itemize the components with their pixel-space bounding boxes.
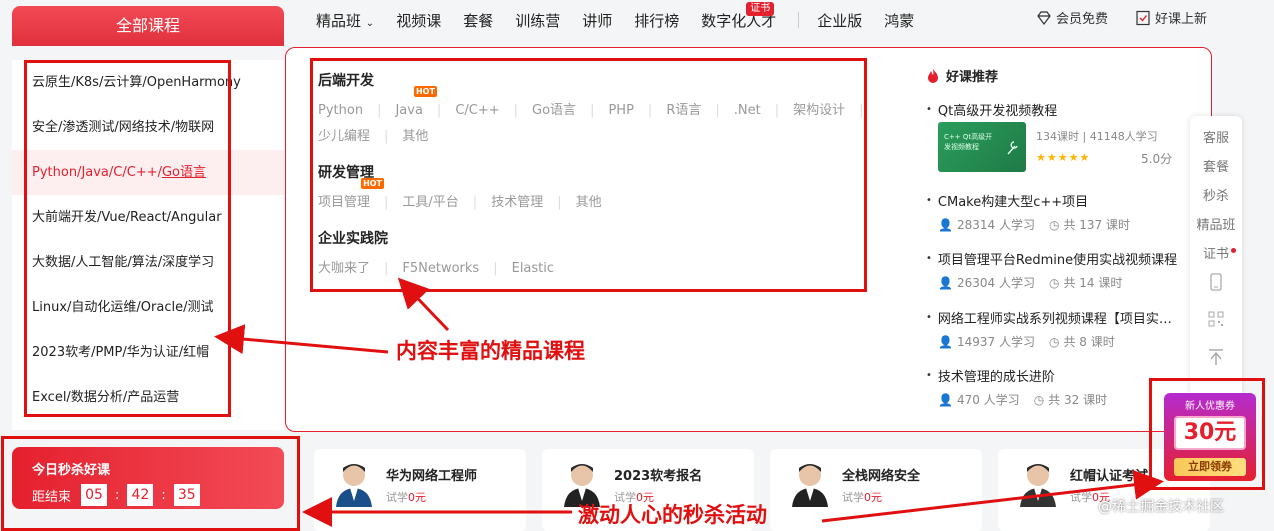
diamond-icon — [1037, 10, 1051, 25]
course-card-title: 2023软考报名 — [614, 469, 703, 484]
nav-divider — [798, 12, 800, 28]
all-courses-tab[interactable]: 全部课程 — [12, 6, 284, 46]
rail-package[interactable]: 套餐 — [1190, 153, 1242, 182]
notification-dot — [1231, 248, 1236, 253]
checklist-icon — [1136, 10, 1150, 25]
qrcode-icon[interactable] — [1190, 307, 1242, 341]
floating-toolbar: 客服 套餐 秒杀 精品班 证书 — [1190, 116, 1242, 396]
course-card-title: 华为网络工程师 — [386, 469, 478, 484]
wrench-icon — [1007, 141, 1018, 155]
rating-stars: ★★★★★ — [1036, 151, 1091, 164]
cert-badge: 证书 — [746, 1, 775, 16]
recommend-featured-title: Qt高级开发视频教程 — [937, 104, 1058, 119]
course-card[interactable]: 华为网络工程师 试学0元 — [314, 449, 526, 531]
chevron-down-icon: ⌄ — [365, 17, 375, 29]
user-icon: 👤 — [938, 217, 953, 232]
annotation-text-flash: 激动人心的秒杀活动 — [578, 503, 767, 527]
recommend-item-meta: 👤 14937 人学习 ◷ 共 8 课时 — [938, 334, 1115, 350]
user-icon: 👤 — [938, 392, 953, 407]
course-card-title: 红帽认证考试 — [1070, 469, 1149, 484]
course-card-title: 全栈网络安全 — [842, 469, 921, 484]
nav-item-lecturer[interactable]: 讲师 — [582, 10, 612, 31]
recommend-item-meta: 👤 26304 人学习 ◷ 共 14 课时 — [938, 275, 1123, 291]
recommend-item[interactable]: • 网络工程师实战系列视频课程【项目实战】 👤 14937 人学习 ◷ 共 8 课时 — [926, 308, 1178, 350]
course-thumbnail: C++ Qt高级开 发视频教程 — [938, 122, 1026, 172]
recommend-item[interactable]: • 技术管理的成长进阶 👤 470 人学习 ◷ 共 32 课时 — [926, 366, 1178, 408]
nav-item-premium-class[interactable]: 精品班 ⌄ — [316, 10, 374, 31]
annotation-box-sidebar — [24, 60, 231, 417]
rail-customer-service[interactable]: 客服 — [1190, 124, 1242, 153]
annotation-box-flash-sale — [1, 436, 300, 531]
course-card-price: 试学0元 — [386, 491, 426, 504]
recommend-section: 好课推荐 • Qt高级开发视频教程 C++ Qt高级开 发视频教程 134课时 |… — [926, 66, 1186, 407]
mobile-app-icon[interactable] — [1190, 269, 1242, 307]
clock-icon: ◷ — [1048, 275, 1060, 290]
instructor-avatar — [1020, 464, 1056, 507]
nav-item-package[interactable]: 套餐 — [463, 10, 493, 31]
nav-item-digital-talent[interactable]: 数字化人才 证书 — [701, 1, 776, 31]
new-courses-link[interactable]: 好课上新 — [1135, 8, 1207, 27]
clock-icon: ◷ — [1033, 392, 1045, 407]
rail-premium-class[interactable]: 精品班 — [1190, 211, 1242, 240]
flame-icon — [928, 68, 938, 83]
instructor-avatar — [336, 464, 372, 507]
course-card[interactable]: 全栈网络安全 试学0元 — [770, 449, 982, 531]
recommend-item-title: 项目管理平台Redmine使用实战视频课程 — [937, 253, 1178, 268]
clock-icon: ◷ — [1048, 334, 1060, 349]
recommend-item-title: 网络工程师实战系列视频课程【项目实战】 — [937, 312, 1178, 327]
top-nav: 精品班 ⌄ 视频课 套餐 训练营 讲师 排行榜 数字化人才 证书 企业版 鸿蒙 — [316, 0, 936, 40]
user-icon: 👤 — [938, 275, 953, 290]
nav-item-harmony[interactable]: 鸿蒙 — [884, 10, 914, 31]
page: 全部课程 精品班 ⌄ 视频课 套餐 训练营 讲师 排行榜 数字化人才 证书 企业版… — [0, 0, 1274, 531]
recommend-item-title: 技术管理的成长进阶 — [937, 370, 1055, 385]
recommend-item-meta: 👤 28314 人学习 ◷ 共 137 课时 — [938, 217, 1130, 233]
annotation-box-coupon — [1149, 378, 1265, 490]
nav-item-video-course[interactable]: 视频课 — [396, 10, 441, 31]
member-free-label: 会员免费 — [1056, 12, 1109, 27]
rating-value: 5.0分 — [1141, 152, 1173, 166]
new-courses-label: 好课上新 — [1155, 12, 1208, 27]
recommend-item-meta: 👤 470 人学习 ◷ 共 32 课时 — [938, 392, 1108, 408]
course-card-price: 试学0元 — [842, 491, 882, 504]
rail-flash-sale[interactable]: 秒杀 — [1190, 182, 1242, 211]
recommend-featured[interactable]: • Qt高级开发视频教程 C++ Qt高级开 发视频教程 134课时 | 4114… — [926, 100, 1178, 172]
recommend-title: 好课推荐 — [926, 66, 1186, 85]
nav-item-ranking[interactable]: 排行榜 — [634, 10, 679, 31]
nav-item-bootcamp[interactable]: 训练营 — [515, 10, 560, 31]
featured-stats: 134课时 | 41148人学习 — [1036, 130, 1158, 143]
member-free-link[interactable]: 会员免费 — [1036, 8, 1108, 27]
recommend-item[interactable]: • CMake构建大型c++项目 👤 28314 人学习 ◷ 共 137 课时 — [926, 191, 1178, 233]
recommend-item-title: CMake构建大型c++项目 — [937, 195, 1089, 210]
nav-item-enterprise[interactable]: 企业版 — [817, 10, 862, 31]
instructor-avatar — [792, 464, 828, 507]
recommend-item[interactable]: • 项目管理平台Redmine使用实战视频课程 👤 26304 人学习 ◷ 共 14 课… — [926, 249, 1178, 291]
annotation-box-categories — [310, 58, 867, 292]
clock-icon: ◷ — [1048, 217, 1060, 232]
rail-certificate[interactable]: 证书 — [1190, 240, 1242, 269]
annotation-text-content: 内容丰富的精品课程 — [396, 339, 585, 363]
watermark: @稀土掘金技术社区 — [1098, 499, 1224, 515]
user-icon: 👤 — [938, 334, 953, 349]
